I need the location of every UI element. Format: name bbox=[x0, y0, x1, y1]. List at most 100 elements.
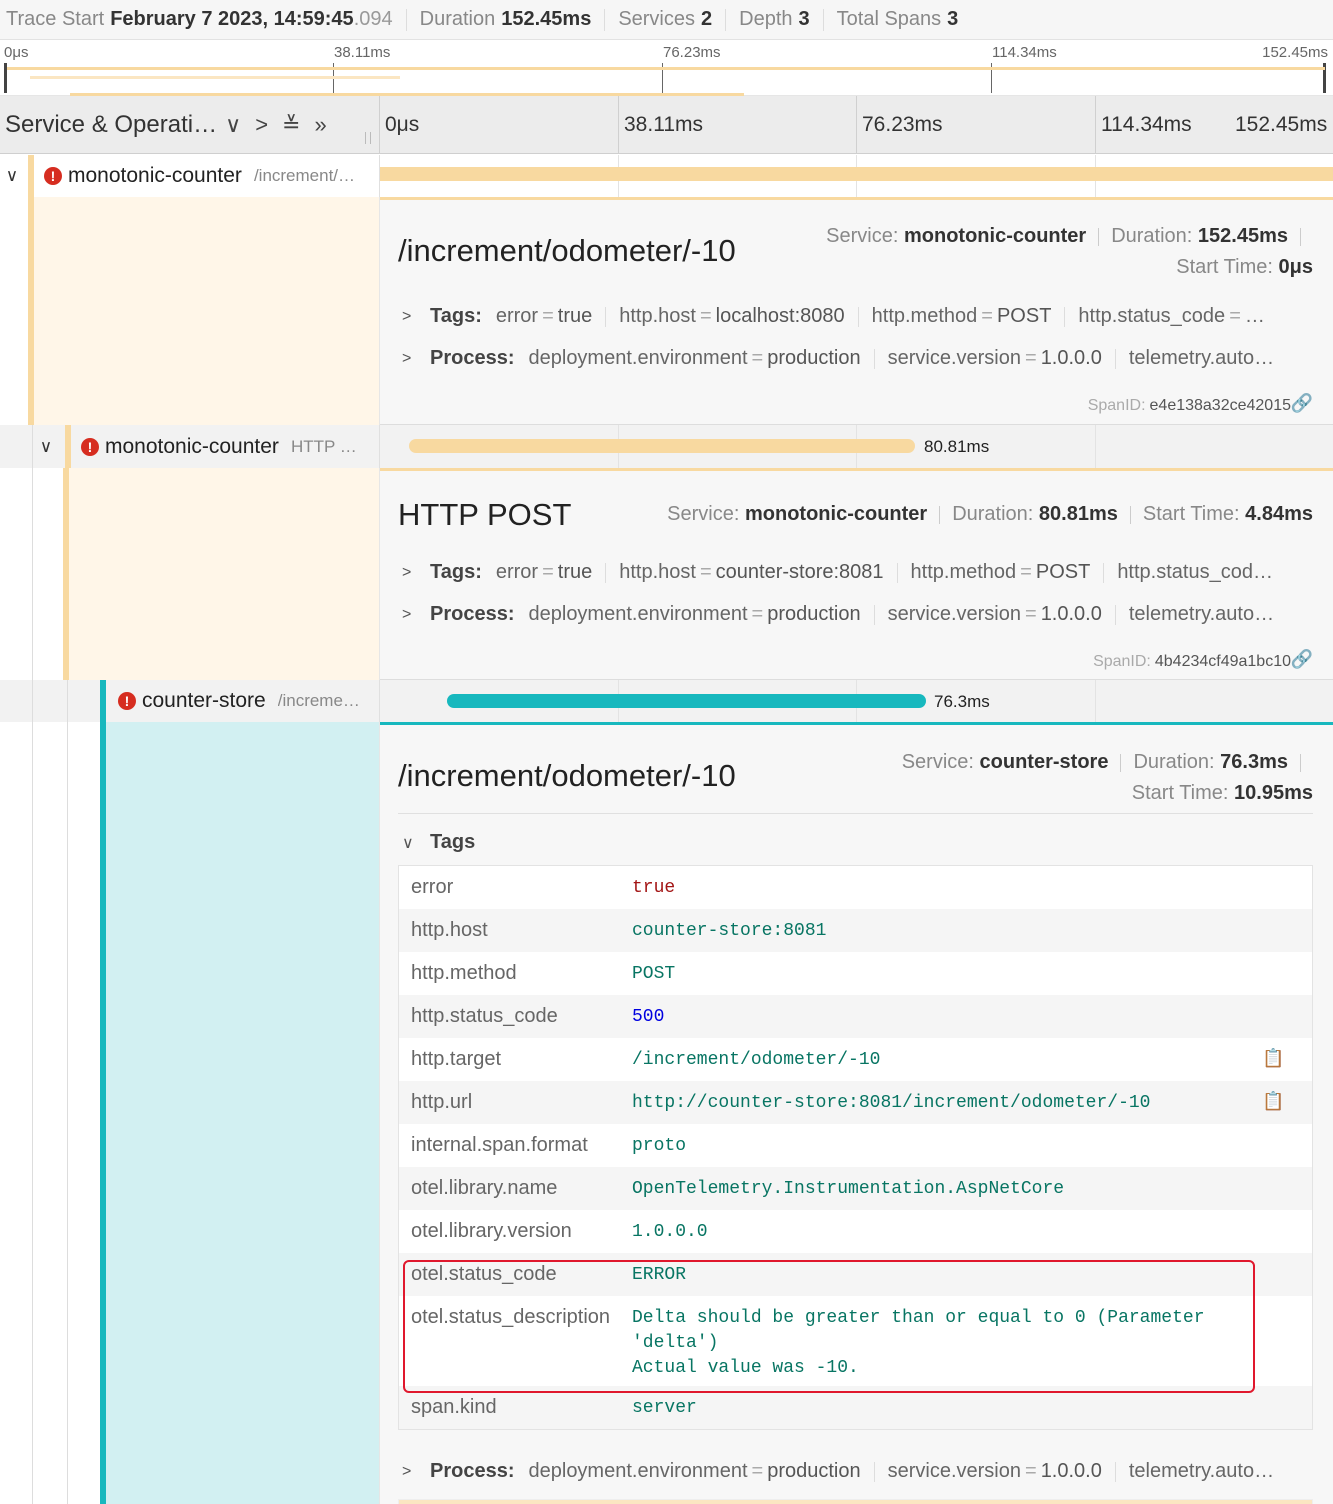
copy-icon[interactable]: 📋 bbox=[1262, 1091, 1312, 1112]
trace-total-spans: Total Spans 3 bbox=[836, 8, 959, 30]
tag-row: otel.library.name OpenTelemetry.Instrumen… bbox=[399, 1167, 1312, 1210]
span-color-indicator bbox=[28, 155, 34, 197]
tag-row: http.method POST bbox=[411, 962, 676, 984]
service-operation-header: Service & Operati… ∨ > ≚ » bbox=[0, 96, 380, 154]
minimap-span-bar bbox=[30, 76, 400, 79]
span-detail-title: /increment/odometer/-10 bbox=[398, 758, 736, 793]
highlight-box bbox=[403, 1260, 1255, 1393]
tag-row: http.status_code 500 bbox=[399, 995, 1312, 1038]
next-section-edge bbox=[398, 1499, 1313, 1504]
minimap-span-bar bbox=[7, 67, 1325, 70]
span-bar-duration: 80.81ms bbox=[924, 437, 990, 456]
trace-start: Trace Start February 7 2023, 14:59:45.09… bbox=[6, 8, 393, 30]
trace-duration: Duration 152.45ms bbox=[419, 8, 592, 30]
span-detail-panel: HTTP POST Service: monotonic-counter Dura… bbox=[0, 468, 1333, 680]
process-accordion[interactable]: > Process: deployment.environment = produc… bbox=[402, 1460, 1313, 1483]
minimap-tick-label: 114.34ms bbox=[992, 44, 1057, 61]
chevron-right-icon[interactable]: > bbox=[402, 564, 430, 582]
error-icon: ! bbox=[44, 167, 62, 185]
chevron-down-icon[interactable]: ∨ bbox=[402, 833, 430, 853]
span-color-indicator bbox=[100, 680, 106, 722]
column-resize-handle[interactable] bbox=[365, 132, 371, 144]
span-detail-meta: Service: monotonic-counter Duration: 80.8… bbox=[667, 503, 1313, 525]
span-detail-panel: /increment/odometer/-10 Service: monoton… bbox=[0, 197, 1333, 425]
span-name-cell[interactable]: ! counter-store /increme… bbox=[0, 680, 380, 722]
tree-guide bbox=[32, 680, 33, 722]
span-row[interactable]: ! counter-store /increme… 76.3ms bbox=[0, 680, 1333, 722]
collapse-all-icon[interactable]: ≚ bbox=[282, 112, 300, 138]
link-icon[interactable]: 🔗 bbox=[1291, 393, 1313, 414]
span-bar[interactable] bbox=[409, 439, 915, 453]
span-id: SpanID: 4b4234cf49a1bc10 bbox=[1093, 653, 1291, 670]
trace-header: Trace Start February 7 2023, 14:59:45.09… bbox=[0, 0, 1333, 40]
minimap-tick-label: 0μs bbox=[4, 44, 29, 61]
span-bar-duration: 76.3ms bbox=[934, 692, 990, 711]
grid-line bbox=[1095, 680, 1096, 722]
tags-accordion[interactable]: ∨ Tags bbox=[402, 831, 1313, 854]
span-detail-gutter bbox=[34, 197, 380, 425]
divider bbox=[398, 813, 1313, 814]
copy-icon[interactable]: 📋 bbox=[1262, 1048, 1312, 1069]
span-color-indicator bbox=[65, 425, 71, 468]
span-name-cell[interactable]: ∨ ! monotonic-counter HTTP … bbox=[0, 425, 380, 468]
error-icon: ! bbox=[118, 692, 136, 710]
minimap-tick-label: 152.45ms bbox=[1262, 44, 1328, 61]
grid-line bbox=[1095, 425, 1096, 468]
tree-guide bbox=[67, 722, 68, 1504]
span-row[interactable]: ∨ ! monotonic-counter /increment/… bbox=[0, 155, 1333, 197]
tree-guide bbox=[32, 425, 33, 468]
span-service-name: monotonic-counter bbox=[105, 434, 279, 458]
link-icon[interactable]: 🔗 bbox=[1291, 649, 1313, 670]
trace-depth: Depth 3 bbox=[739, 8, 810, 30]
chevron-down-icon[interactable]: ∨ bbox=[35, 437, 57, 457]
tags-accordion[interactable]: > Tags: error = true http.host = localhost:8… bbox=[402, 305, 1313, 328]
tag-row: error true bbox=[411, 876, 676, 898]
timeline-header: Service & Operati… ∨ > ≚ » 0μs 38.11ms 7… bbox=[0, 96, 1333, 154]
timeline-tick: 76.23ms bbox=[856, 96, 943, 154]
minimap-tick-label: 76.23ms bbox=[663, 44, 721, 61]
chevron-down-icon[interactable]: ∨ bbox=[1, 166, 23, 186]
chevron-right-icon[interactable]: > bbox=[402, 308, 430, 326]
span-detail-meta: Service: counter-store Duration: 76.3ms S… bbox=[901, 751, 1313, 804]
span-row[interactable]: ∨ ! monotonic-counter HTTP … 80.81ms bbox=[0, 425, 1333, 468]
collapse-one-icon[interactable]: ∨ bbox=[225, 112, 241, 138]
span-operation-name: HTTP … bbox=[290, 436, 357, 456]
tag-row: http.url http://counter-store:8081/increm… bbox=[399, 1081, 1312, 1124]
span-id: SpanID: e4e138a32ce42015 bbox=[1087, 397, 1291, 414]
span-bar[interactable] bbox=[447, 694, 926, 708]
tag-row: http.host counter-store:8081 bbox=[399, 909, 1312, 952]
timeline-tick: 0μs bbox=[385, 113, 420, 136]
timeline-tick: 38.11ms bbox=[618, 96, 703, 154]
error-icon: ! bbox=[81, 437, 99, 456]
expand-all-icon[interactable]: » bbox=[314, 112, 326, 138]
tree-guide bbox=[67, 680, 68, 722]
chevron-right-icon[interactable]: > bbox=[402, 350, 430, 368]
span-service-name: counter-store bbox=[142, 689, 266, 712]
trace-services: Services 2 bbox=[618, 8, 713, 30]
tag-row: internal.span.format proto bbox=[411, 1134, 687, 1156]
span-operation-name: /increment/… bbox=[253, 166, 356, 185]
minimap-tick-label: 38.11ms bbox=[334, 44, 391, 61]
tag-row: otel.library.version 1.0.0.0 bbox=[411, 1220, 708, 1242]
process-accordion[interactable]: > Process: deployment.environment = produc… bbox=[402, 603, 1313, 626]
timeline-tick: 114.34ms bbox=[1095, 96, 1192, 154]
chevron-right-icon[interactable]: > bbox=[402, 1463, 430, 1481]
expand-one-icon[interactable]: > bbox=[255, 112, 268, 138]
span-detail-title: /increment/odometer/-10 bbox=[398, 233, 736, 268]
tags-accordion[interactable]: > Tags: error = true http.host = counter-sto… bbox=[402, 561, 1313, 584]
chevron-right-icon[interactable]: > bbox=[402, 606, 430, 624]
span-detail-panel: /increment/odometer/-10 Service: counter… bbox=[0, 722, 1333, 1504]
span-operation-name: /increme… bbox=[277, 691, 360, 710]
column-title: Service & Operati… bbox=[5, 111, 218, 138]
span-service-name: monotonic-counter bbox=[68, 164, 242, 187]
span-bar[interactable] bbox=[380, 167, 1333, 181]
process-accordion[interactable]: > Process: deployment.environment = produc… bbox=[402, 347, 1313, 370]
span-name-cell[interactable]: ∨ ! monotonic-counter /increment/… bbox=[0, 155, 380, 197]
tree-guide bbox=[32, 468, 33, 680]
span-detail-meta: Service: monotonic-counter Duration: 152.… bbox=[826, 225, 1313, 278]
divider bbox=[405, 8, 407, 31]
span-detail-gutter bbox=[69, 468, 380, 680]
divider bbox=[725, 8, 727, 31]
timeline-tick: 152.45ms bbox=[1235, 113, 1328, 136]
trace-minimap[interactable]: 0μs 38.11ms 76.23ms 114.34ms 152.45ms bbox=[0, 40, 1333, 96]
